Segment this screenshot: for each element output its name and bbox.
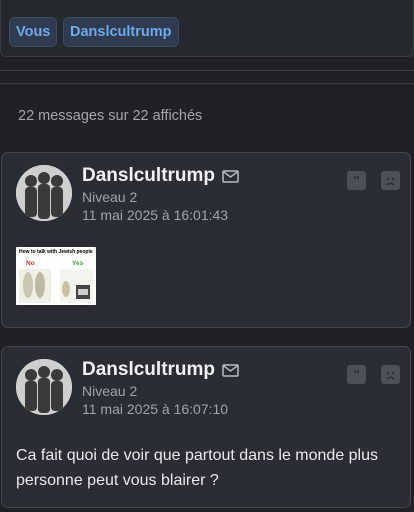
author-name[interactable]: Danslcultrump: [82, 359, 215, 381]
post-date[interactable]: 11 mai 2025 à 16:07:10: [82, 401, 228, 417]
attachment-label-no: No: [26, 260, 35, 267]
divider: [0, 83, 414, 84]
message-card: Danslcultrump Niveau 2 11 mai 2025 à 16:…: [1, 346, 411, 508]
recipients-panel: Vous Danslcultrump: [0, 0, 414, 57]
attachment-title: How to talk with Jewish people: [19, 249, 93, 255]
quote-icon[interactable]: ": [347, 171, 366, 190]
author-level: Niveau 2: [82, 189, 138, 205]
image-attachment[interactable]: How to talk with Jewish people No Yes: [16, 247, 96, 305]
messages-count: 22 messages sur 22 affichés: [18, 108, 203, 124]
tag-danslcultrump[interactable]: Danslcultrump: [63, 17, 179, 47]
quote-icon[interactable]: ": [347, 365, 366, 384]
avatar[interactable]: [16, 359, 72, 415]
divider: [0, 70, 414, 71]
sad-face-icon[interactable]: [381, 365, 400, 384]
author-level: Niveau 2: [82, 383, 138, 399]
mail-icon[interactable]: [222, 364, 239, 377]
mail-icon[interactable]: [222, 170, 239, 183]
meme-illustration: [16, 267, 96, 305]
sad-face-icon[interactable]: [381, 171, 400, 190]
attachment-label-yes: Yes: [72, 260, 84, 267]
author-name[interactable]: Danslcultrump: [82, 165, 215, 187]
post-date[interactable]: 11 mai 2025 à 16:01:43: [82, 207, 228, 223]
message-card: Danslcultrump Niveau 2 11 mai 2025 à 16:…: [1, 152, 411, 328]
tag-vous[interactable]: Vous: [9, 17, 58, 47]
avatar[interactable]: [16, 165, 72, 221]
message-text: Ca fait quoi de voir que partout dans le…: [16, 447, 379, 489]
